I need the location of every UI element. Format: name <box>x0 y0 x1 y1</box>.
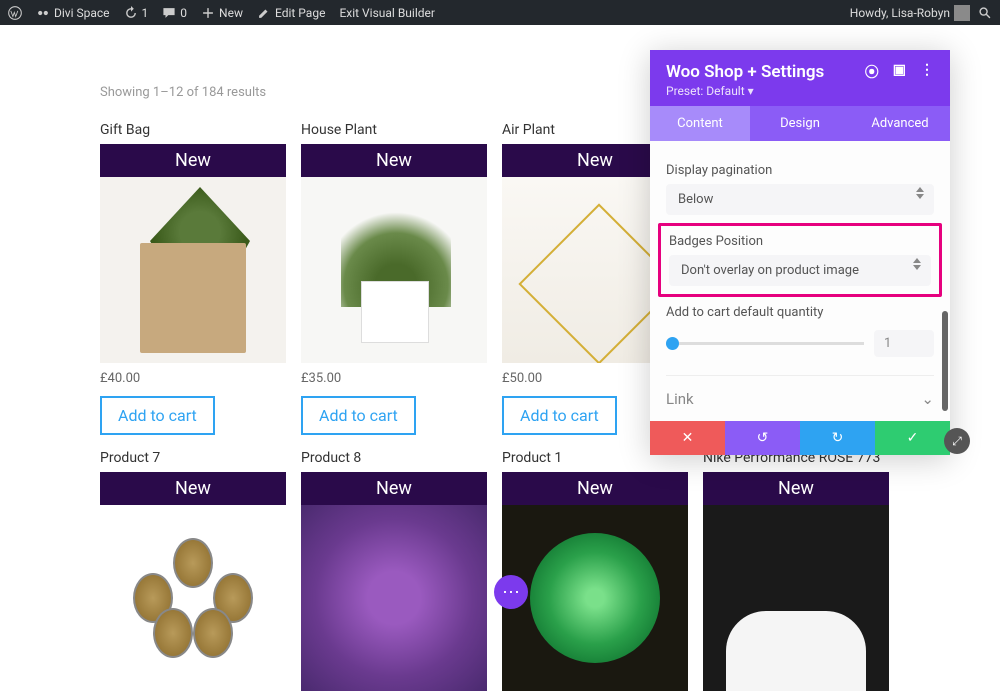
settings-tabs: Content Design Advanced <box>650 106 950 141</box>
product-image[interactable] <box>703 505 889 691</box>
new-badge: New <box>301 144 487 177</box>
qty-label: Add to cart default quantity <box>666 305 934 320</box>
panel-title: Woo Shop + Settings <box>666 62 824 82</box>
product-image[interactable] <box>301 177 487 363</box>
howdy-user[interactable]: Howdy, Lisa-Robyn <box>850 5 970 21</box>
add-to-cart-button[interactable]: Add to cart <box>100 396 215 435</box>
chevron-down-icon: ⌄ <box>921 390 934 408</box>
new-badge: New <box>703 472 889 505</box>
tab-design[interactable]: Design <box>750 106 850 141</box>
product-title: House Plant <box>301 122 487 138</box>
cancel-button[interactable]: ✕ <box>650 421 725 455</box>
badges-select[interactable]: Don't overlay on product image <box>669 255 931 286</box>
new-badge: New <box>301 472 487 505</box>
save-button[interactable]: ✓ <box>875 421 950 455</box>
panel-footer: ✕ ↺ ↻ ✓ <box>650 421 950 455</box>
badges-highlight: Badges Position Don't overlay on product… <box>658 223 942 297</box>
product-card[interactable]: Nike Performance ROSE 773 New <box>703 450 889 691</box>
new-content[interactable]: New <box>201 6 243 20</box>
product-title: Gift Bag <box>100 122 286 138</box>
wp-logo-icon[interactable] <box>8 6 22 20</box>
product-card[interactable]: Gift Bag New £40.00 Add to cart <box>100 122 286 435</box>
link-section[interactable]: Link ⌄ <box>666 375 934 421</box>
qty-input[interactable]: 1 <box>874 330 934 357</box>
panel-header[interactable]: Woo Shop + Settings ⦿ ▣ ⋮ Preset: Defaul… <box>650 50 950 106</box>
edit-page[interactable]: Edit Page <box>257 6 325 20</box>
product-title: Product 7 <box>100 450 286 466</box>
focus-icon[interactable]: ⦿ <box>865 62 879 82</box>
scrollbar[interactable] <box>942 311 948 411</box>
badges-label: Badges Position <box>669 234 931 249</box>
expand-icon[interactable]: ▣ <box>893 62 906 82</box>
product-card[interactable]: House Plant New £35.00 Add to cart <box>301 122 487 435</box>
comments[interactable]: 0 <box>162 6 187 20</box>
tab-content[interactable]: Content <box>650 106 750 141</box>
menu-dots-icon[interactable]: ⋮ <box>920 62 934 82</box>
qty-slider[interactable] <box>666 342 864 345</box>
new-badge: New <box>100 144 286 177</box>
product-image[interactable] <box>502 505 688 691</box>
wp-admin-bar: Divi Space 1 0 New Edit Page Exit Visual… <box>0 0 1000 25</box>
new-badge: New <box>502 472 688 505</box>
module-settings-panel: Woo Shop + Settings ⦿ ▣ ⋮ Preset: Defaul… <box>650 50 950 455</box>
module-options-button[interactable]: ⋯ <box>494 575 528 609</box>
product-image[interactable] <box>301 505 487 691</box>
avatar <box>954 5 970 21</box>
product-title: Product 8 <box>301 450 487 466</box>
search-icon[interactable] <box>978 6 992 20</box>
resize-handle-icon[interactable]: ⤢ <box>944 428 970 454</box>
exit-visual-builder[interactable]: Exit Visual Builder <box>339 6 435 20</box>
tab-advanced[interactable]: Advanced <box>850 106 950 141</box>
product-image[interactable] <box>100 177 286 363</box>
product-card[interactable]: Product 7 New <box>100 450 286 691</box>
pagination-label: Display pagination <box>666 163 934 178</box>
product-card[interactable]: Product 8 New <box>301 450 487 691</box>
product-image[interactable] <box>100 505 286 691</box>
product-price: £40.00 <box>100 371 286 386</box>
updates[interactable]: 1 <box>124 6 149 20</box>
new-badge: New <box>100 472 286 505</box>
redo-button[interactable]: ↻ <box>800 421 875 455</box>
undo-button[interactable]: ↺ <box>725 421 800 455</box>
product-card[interactable]: Product 1 New <box>502 450 688 691</box>
add-to-cart-button[interactable]: Add to cart <box>502 396 617 435</box>
pagination-select[interactable]: Below <box>666 184 934 215</box>
site-name[interactable]: Divi Space <box>36 6 110 20</box>
product-price: £35.00 <box>301 371 487 386</box>
add-to-cart-button[interactable]: Add to cart <box>301 396 416 435</box>
preset-selector[interactable]: Preset: Default ▾ <box>666 84 934 98</box>
